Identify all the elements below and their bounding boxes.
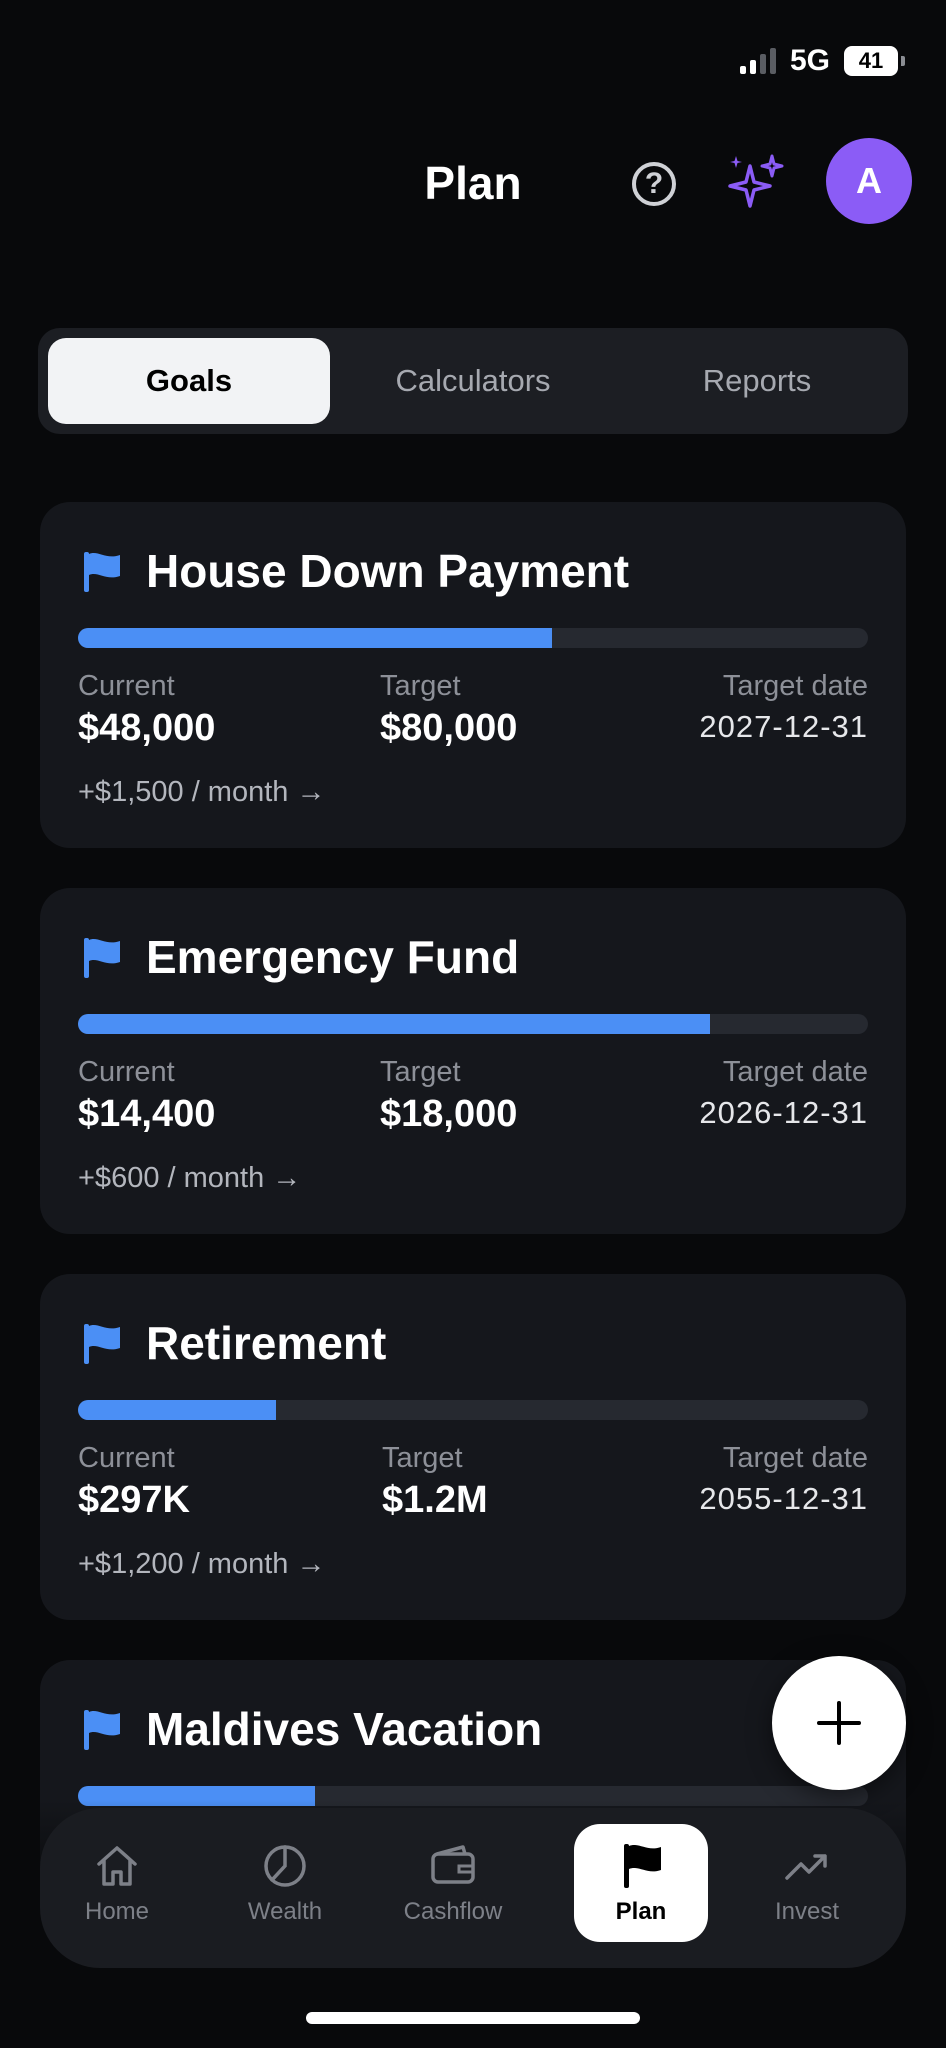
nav-label: Cashflow <box>403 1898 503 1925</box>
wallet-icon <box>431 1845 475 1884</box>
target-value: $1.2M <box>382 1479 488 1521</box>
tab-label: Reports <box>702 363 812 398</box>
current-column: Current $48,000 <box>78 670 215 750</box>
target-value: $80,000 <box>380 707 518 749</box>
date-value: 2026-12-31 <box>699 1095 868 1130</box>
nav-wealth[interactable]: Wealth <box>218 1824 352 1942</box>
goal-title: Maldives Vacation <box>146 1703 543 1755</box>
current-value: $297K <box>78 1479 190 1521</box>
current-value: $14,400 <box>78 1093 216 1135</box>
tab-goals[interactable]: Goals <box>48 338 330 424</box>
goal-title: House Down Payment <box>146 545 630 597</box>
progress-fill <box>78 1014 710 1034</box>
tab-calculators[interactable]: Calculators <box>332 338 614 424</box>
nav-label: Invest <box>774 1898 840 1925</box>
battery-level: 41 <box>858 48 884 73</box>
flag-icon <box>624 1844 661 1888</box>
goal-card[interactable]: House Down Payment Current $48,000 Targe… <box>40 502 906 848</box>
target-column: Target $1.2M <box>382 1442 488 1522</box>
nav-home[interactable]: Home <box>50 1824 184 1942</box>
goal-title: Emergency Fund <box>146 931 520 983</box>
avatar-initial: A <box>856 160 882 201</box>
progress-fill <box>78 1400 276 1420</box>
current-label: Current <box>78 670 175 702</box>
flag-icon <box>84 1324 120 1364</box>
monthly-contribution-link[interactable]: +$600 / month → <box>78 1162 301 1195</box>
current-column: Current $297K <box>78 1442 190 1522</box>
battery-icon: 41 <box>844 46 905 76</box>
progress-bar <box>78 1014 868 1034</box>
target-column: Target $80,000 <box>380 670 517 750</box>
date-value: 2027-12-31 <box>699 709 868 744</box>
current-label: Current <box>78 1442 175 1474</box>
trending-up-icon <box>785 1854 827 1880</box>
monthly-contribution-link[interactable]: +$1,200 / month → <box>78 1548 325 1581</box>
segmented-tabs: Goals Calculators Reports <box>38 328 908 434</box>
network-label: 5G <box>789 44 830 77</box>
date-label: Target date <box>722 670 868 702</box>
date-value: 2055-12-31 <box>699 1481 868 1516</box>
target-label: Target <box>382 1442 463 1474</box>
target-value: $18,000 <box>380 1093 518 1135</box>
nav-label: Home <box>84 1898 150 1925</box>
current-value: $48,000 <box>78 707 216 749</box>
home-indicator <box>306 2012 640 2024</box>
bottom-nav: Home Wealth Cashflow Plan Invest <box>40 1808 906 1968</box>
current-label: Current <box>78 1056 175 1088</box>
date-label: Target date <box>722 1056 868 1088</box>
current-column: Current $14,400 <box>78 1056 215 1136</box>
monthly-contribution-link[interactable]: +$1,500 / month → <box>78 776 325 809</box>
goal-card[interactable]: Retirement Current $297K Target $1.2M Ta… <box>40 1274 906 1620</box>
nav-invest[interactable]: Invest <box>740 1824 874 1942</box>
signal-icon <box>739 48 776 74</box>
target-label: Target <box>380 670 461 702</box>
progress-fill <box>78 628 552 648</box>
avatar[interactable]: A <box>826 138 912 224</box>
date-column: Target date 2055-12-31 <box>699 1442 868 1517</box>
flag-icon <box>84 1710 120 1750</box>
page-title: Plan <box>424 157 522 209</box>
nav-cashflow[interactable]: Cashflow <box>386 1824 520 1942</box>
tab-label: Calculators <box>395 363 551 398</box>
plus-icon <box>817 1701 861 1745</box>
flag-icon <box>84 938 120 978</box>
progress-bar <box>78 628 868 648</box>
date-label: Target date <box>722 1442 868 1474</box>
nav-plan[interactable]: Plan <box>574 1824 708 1942</box>
goal-title: Retirement <box>146 1317 387 1369</box>
sparkle-icon[interactable] <box>724 152 788 216</box>
date-column: Target date 2027-12-31 <box>699 670 868 745</box>
status-bar: 5G 41 <box>739 44 905 78</box>
nav-label: Wealth <box>247 1898 323 1925</box>
date-column: Target date 2026-12-31 <box>699 1056 868 1131</box>
header: Plan ? A <box>0 138 946 238</box>
pie-chart-icon <box>264 1845 306 1887</box>
progress-bar <box>78 1400 868 1420</box>
tab-label: Goals <box>145 363 233 398</box>
help-icon[interactable]: ? <box>632 162 676 206</box>
nav-label: Plan <box>615 1898 667 1925</box>
target-label: Target <box>380 1056 461 1088</box>
goal-card[interactable]: Emergency Fund Current $14,400 Target $1… <box>40 888 906 1234</box>
home-icon <box>97 1846 137 1886</box>
flag-icon <box>84 552 120 592</box>
tab-reports[interactable]: Reports <box>616 338 898 424</box>
add-goal-button[interactable] <box>772 1656 906 1790</box>
target-column: Target $18,000 <box>380 1056 517 1136</box>
